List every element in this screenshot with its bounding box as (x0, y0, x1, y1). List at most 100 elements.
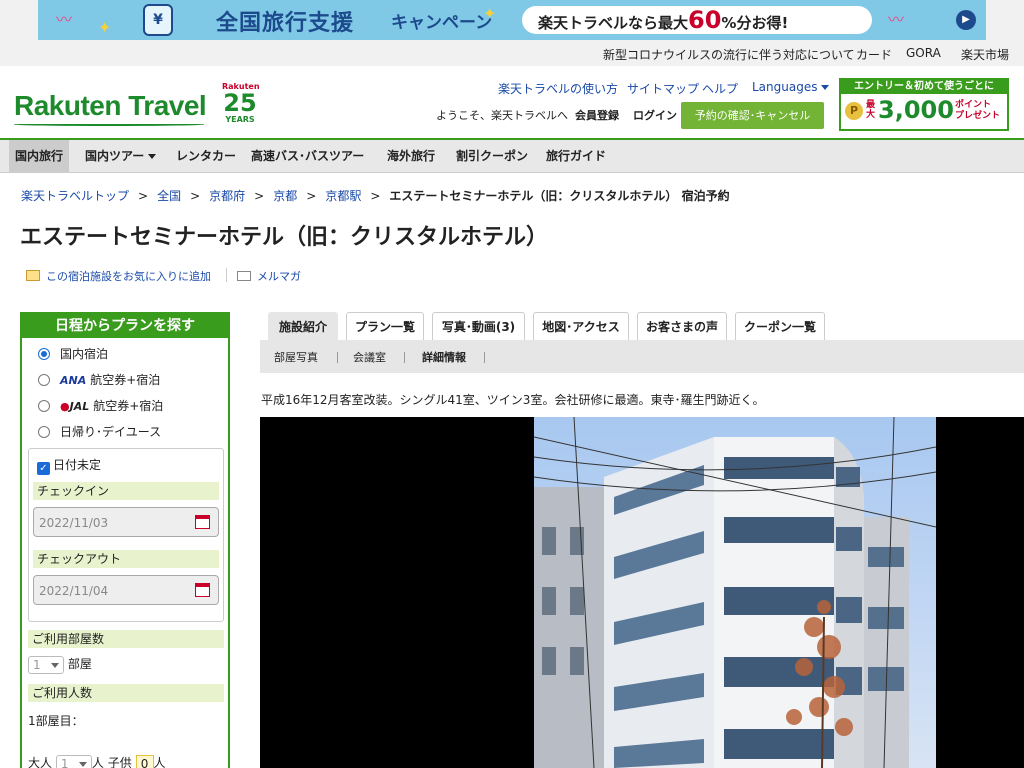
mailmag-link[interactable]: メルマガ (237, 268, 301, 284)
ticket-icon: ¥ (143, 4, 173, 36)
sitemap-link[interactable]: サイトマップ (627, 80, 699, 97)
jal-logo-icon: ●JAL (60, 400, 90, 413)
promo-unit: ポイント プレゼント (955, 100, 1000, 122)
nav-discount-coupon[interactable]: 割引クーポン (450, 140, 534, 172)
adult-select[interactable]: 1 (55, 754, 92, 768)
checkin-date-input[interactable]: 2022/11/03 (33, 507, 219, 537)
confetti-icon: 〰 (888, 10, 905, 29)
promo-points-number: 3,000 (878, 96, 954, 124)
favorite-folder-icon (26, 270, 40, 281)
anniv-years: YEARS (225, 115, 255, 124)
nav-rental-car[interactable]: レンタカー (170, 140, 242, 172)
rooms-value: 1 (33, 657, 41, 672)
covid-notice-link[interactable]: 新型コロナウイルスの流行に伴う対応について (603, 46, 855, 63)
radio-unselected[interactable] (38, 374, 50, 386)
option-jal-label: 航空券+宿泊 (93, 399, 164, 413)
subtab-meeting-rooms[interactable]: 会議室 (353, 349, 386, 365)
tab-facility-intro[interactable]: 施設紹介 (268, 312, 338, 340)
checkin-label: チェックイン (33, 482, 219, 500)
register-link[interactable]: 会員登録 (575, 107, 619, 123)
breadcrumb-item[interactable]: 楽天トラベルトップ (21, 189, 129, 203)
tab-photos-videos[interactable]: 写真･動画(3) (432, 312, 525, 340)
promo-top-text: エントリー＆初めて使うごとに (841, 80, 1007, 94)
breadcrumb-separator: > (254, 189, 265, 203)
tab-reviews[interactable]: お客さまの声 (637, 312, 727, 340)
checkout-label: チェックアウト (33, 550, 219, 568)
radio-selected[interactable] (38, 348, 50, 360)
subtab-room-photos[interactable]: 部屋写真 (274, 349, 318, 365)
radio-unselected[interactable] (38, 400, 50, 412)
calendar-icon[interactable] (195, 583, 210, 597)
arrow-right-icon[interactable]: ▶ (956, 10, 976, 30)
howto-link[interactable]: 楽天トラベルの使い方 (498, 80, 618, 97)
points-promo-banner[interactable]: エントリー＆初めて使うごとに P 最大 3,000 ポイント プレゼント (839, 78, 1009, 131)
tab-map-access[interactable]: 地図･アクセス (533, 312, 629, 340)
breadcrumb: 楽天トラベルトップ > 全国 > 京都府 > 京都 > 京都駅 > エステートセミナーホテル（旧：ク… (21, 187, 730, 204)
facility-description: 平成16年12月客室改装。シングル41室、ツイン3室。会社研修に最適。東寺･羅生… (261, 393, 765, 407)
banner-pill: 楽天トラベルなら最大60%分お得! (522, 6, 872, 34)
adult-value: 1 (60, 756, 69, 768)
divider (337, 352, 338, 363)
breadcrumb-item[interactable]: 全国 (157, 189, 181, 203)
languages-dropdown[interactable]: Languages (752, 80, 830, 94)
subtab-details[interactable]: 詳細情報 (422, 349, 466, 365)
confetti-icon: 〰 (56, 10, 73, 29)
nav-domestic-tour-label: 国内ツアー (85, 149, 145, 163)
rakuten-travel-logo[interactable]: Rakuten Travel (14, 90, 207, 122)
option-domestic-stay[interactable]: 国内宿泊 (38, 345, 108, 362)
option-day-use-label: 日帰り･デイユース (60, 425, 162, 439)
child-unit: 人 (153, 756, 166, 768)
breadcrumb-item[interactable]: 京都駅 (325, 189, 361, 203)
main-navigation: 国内旅行 国内ツアー レンタカー 高速バス･バスツアー 海外旅行 割引クーポン … (0, 140, 1024, 173)
date-selection-box: ✓ 日付未定 チェックイン 2022/11/03 チェックアウト 2022/11/… (28, 448, 224, 622)
promo-max-label: 最大 (866, 100, 876, 120)
page-title: エステートセミナーホテル（旧：クリスタルホテル） (20, 225, 549, 250)
login-link[interactable]: ログイン (633, 107, 677, 123)
nav-domestic-tour[interactable]: 国内ツアー (79, 140, 162, 172)
guest-count-row: 大人 1人 子供 0人 (28, 754, 166, 768)
jal-logo-text: JAL (69, 400, 90, 413)
radio-unselected[interactable] (38, 426, 50, 438)
add-favorite-label: この宿泊施設をお気に入りに追加 (46, 270, 211, 283)
campaign-banner[interactable]: 〰 ✦ ✦ 〰 ¥ 全国旅行支援 キャンペーン 楽天トラベルなら最大60%分お得… (38, 0, 986, 40)
banner-subtitle: キャンペーン (391, 13, 493, 33)
ana-logo-icon: ANA (60, 374, 87, 387)
nav-highway-bus[interactable]: 高速バス･バスツアー (245, 140, 370, 172)
mailmag-label: メルマガ (257, 270, 301, 283)
calendar-icon[interactable] (195, 515, 210, 529)
tab-plan-list[interactable]: プラン一覧 (346, 312, 424, 340)
rooms-label: ご利用部屋数 (28, 630, 224, 648)
banner-pill-number: 60 (688, 6, 722, 34)
nav-domestic-travel[interactable]: 国内旅行 (9, 140, 70, 172)
languages-label: Languages (752, 80, 818, 94)
welcome-text: ようこそ、楽天トラベルへ (436, 109, 568, 122)
breadcrumb-item[interactable]: 京都府 (209, 189, 245, 203)
guests-label: ご利用人数 (28, 684, 224, 702)
tab-coupons[interactable]: クーポン一覧 (735, 312, 825, 340)
breadcrumb-item[interactable]: 京都 (273, 189, 297, 203)
option-ana-flight-stay[interactable]: ANA 航空券+宿泊 (38, 371, 160, 388)
checkout-date-input[interactable]: 2022/11/04 (33, 575, 219, 605)
divider (404, 352, 405, 363)
rooms-row: 1 部屋 (28, 655, 92, 674)
nav-overseas-travel[interactable]: 海外旅行 (381, 140, 441, 172)
confetti-icon: ✦ (98, 18, 112, 37)
nav-travel-guide[interactable]: 旅行ガイド (540, 140, 612, 172)
option-jal-flight-stay[interactable]: ●JAL 航空券+宿泊 (38, 397, 163, 414)
plan-search-panel: 日程からプランを探す 国内宿泊 ANA 航空券+宿泊 ●JAL 航空券+宿泊 日帰り… (20, 312, 230, 768)
gora-link[interactable]: GORA (906, 46, 941, 60)
anniv-number: 25 (223, 89, 257, 117)
rooms-select[interactable]: 1 (28, 655, 64, 674)
reservation-check-button[interactable]: 予約の確認･キャンセル (681, 102, 824, 129)
logo-swoosh (14, 123, 204, 126)
ichiba-link[interactable]: 楽天市場 (961, 46, 1009, 63)
date-undecided-checkbox[interactable]: ✓ 日付未定 (37, 456, 101, 475)
checkmark-icon[interactable]: ✓ (37, 462, 50, 475)
option-day-use[interactable]: 日帰り･デイユース (38, 423, 161, 440)
card-link[interactable]: カード (856, 46, 892, 63)
child-count-input[interactable]: 0 (135, 754, 154, 768)
utility-bar: 新型コロナウイルスの流行に伴う対応について カード GORA 楽天市場 (0, 40, 1024, 66)
add-favorite-link[interactable]: この宿泊施設をお気に入りに追加 (26, 268, 211, 284)
checkout-date-value: 2022/11/04 (39, 584, 109, 598)
help-link[interactable]: ヘルプ (702, 80, 738, 97)
